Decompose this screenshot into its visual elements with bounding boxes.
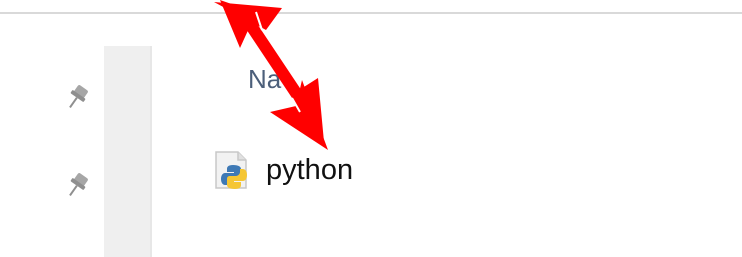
explorer-window: Na python <box>0 0 742 257</box>
file-list-item[interactable]: python <box>210 150 353 190</box>
python-file-icon <box>210 150 258 190</box>
pane-divider <box>150 46 152 257</box>
navigation-pane-scrollbar[interactable] <box>104 46 150 257</box>
quick-access-pane <box>0 14 104 257</box>
column-header-name[interactable]: Na <box>248 66 281 92</box>
toolbar-divider <box>0 12 742 14</box>
pin-icon[interactable] <box>60 78 96 114</box>
file-name-label: python <box>266 153 354 186</box>
pin-icon[interactable] <box>60 166 96 202</box>
